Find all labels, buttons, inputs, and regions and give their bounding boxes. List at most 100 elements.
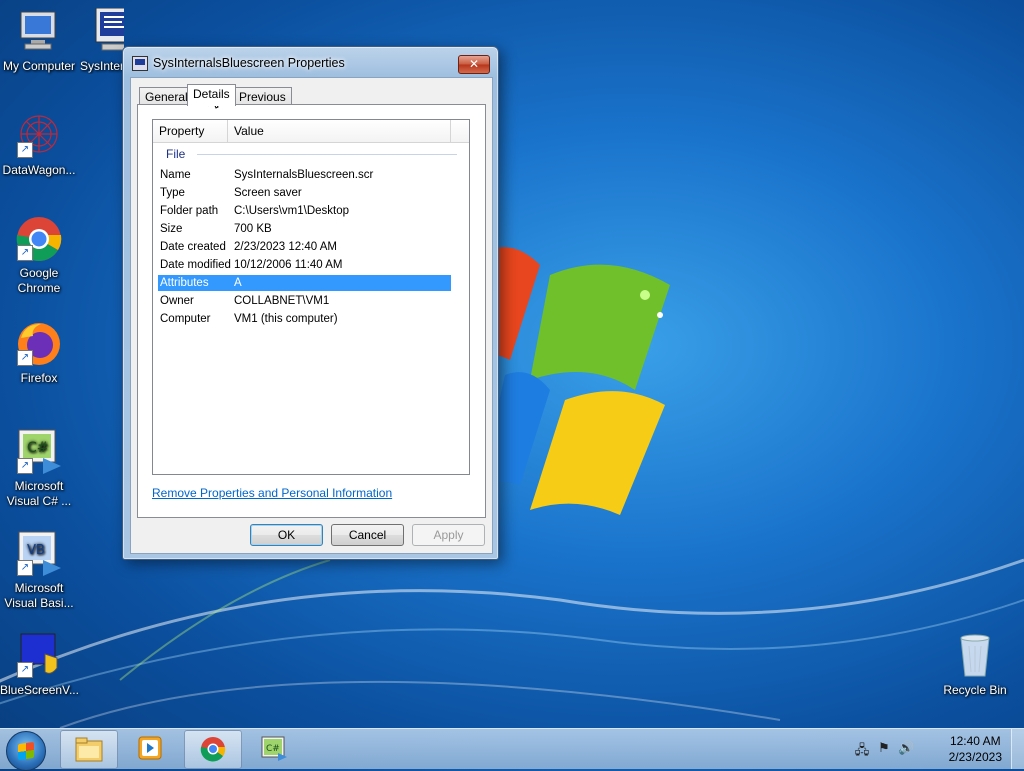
desktop-icon-datawagon[interactable]: ↗ DataWagon... <box>0 112 78 178</box>
tab-details[interactable]: Details <box>187 84 236 106</box>
cancel-button[interactable]: Cancel <box>331 524 404 546</box>
computer-icon <box>15 8 63 56</box>
property-value: C:\Users\vm1\Desktop <box>234 205 350 217</box>
bluescreenview-icon: ↗ <box>15 632 63 680</box>
visual-csharp-icon: C# <box>261 736 287 761</box>
svg-text:VB: VB <box>27 543 45 558</box>
list-item-selected[interactable]: Attributes A <box>158 275 451 291</box>
clock-date: 2/23/2023 <box>948 750 1002 764</box>
property-name: Size <box>160 223 183 235</box>
property-name: Type <box>160 187 185 199</box>
taskbar: C# 🖧 ⚑ 🔊 12:40 AM 2/23/2023 <box>0 728 1024 771</box>
visual-basic-icon: VB ↗ <box>15 530 63 578</box>
desktop-icon-recycle-bin[interactable]: Recycle Bin <box>936 632 1014 698</box>
start-button[interactable] <box>6 731 46 771</box>
property-name: Owner <box>160 295 194 307</box>
list-item[interactable]: Date modified 10/12/2006 11:40 AM <box>158 257 451 273</box>
volume-icon[interactable]: 🔊 <box>898 741 914 757</box>
group-divider <box>197 154 457 155</box>
apply-button[interactable]: Apply <box>412 524 485 546</box>
column-header-property[interactable]: Property <box>153 120 228 142</box>
clock-time: 12:40 AM <box>949 734 1001 748</box>
shortcut-arrow-icon: ↗ <box>17 350 33 366</box>
shortcut-arrow-icon: ↗ <box>17 458 33 474</box>
list-item[interactable]: Folder path C:\Users\vm1\Desktop <box>158 203 451 219</box>
remove-properties-link[interactable]: Remove Properties and Personal Informati… <box>152 486 392 500</box>
desktop-icon-label: Microsoft Visual Basi... <box>4 581 74 610</box>
property-name: Folder path <box>160 205 219 217</box>
desktop-icon-label: SysInter <box>80 59 124 73</box>
taskbar-media-player-button[interactable] <box>122 730 178 767</box>
explorer-icon <box>75 737 103 762</box>
chrome-icon <box>200 737 226 762</box>
clock[interactable]: 12:40 AM 2/23/2023 <box>949 733 1002 765</box>
shortcut-arrow-icon: ↗ <box>17 142 33 158</box>
screensaver-file-icon <box>132 56 148 71</box>
shortcut-arrow-icon: ↗ <box>17 245 33 261</box>
list-item[interactable]: Computer VM1 (this computer) <box>158 311 451 327</box>
visual-csharp-icon: C# ↗ <box>15 428 63 476</box>
system-tray: 🖧 ⚑ 🔊 12:40 AM 2/23/2023 <box>854 729 1024 769</box>
property-value: 700 KB <box>234 223 272 235</box>
chrome-icon: ↗ <box>15 215 63 263</box>
windows-logo-wallpaper <box>470 247 670 515</box>
desktop-icon-bluescreenview[interactable]: ↗ BlueScreenV... <box>0 632 79 698</box>
property-value: VM1 (this computer) <box>234 313 338 325</box>
taskbar-visual-csharp-button[interactable]: C# <box>246 730 302 767</box>
action-center-flag-icon[interactable]: ⚑ <box>876 741 892 757</box>
desktop-icon-label: Firefox <box>20 371 58 385</box>
shortcut-arrow-icon: ↗ <box>17 662 33 678</box>
desktop-icon-label: My Computer <box>2 59 76 73</box>
svg-text:C#: C# <box>27 440 49 456</box>
property-value: Screen saver <box>234 187 302 199</box>
desktop-icon-my-computer[interactable]: My Computer <box>0 8 78 74</box>
recycle-bin-icon <box>951 632 999 680</box>
group-header-file: File <box>166 147 186 161</box>
property-value: 2/23/2023 12:40 AM <box>234 241 337 253</box>
details-panel: Property Value File Name SysInternalsBlue… <box>137 104 486 518</box>
list-item[interactable]: Owner COLLABNET\VM1 <box>158 293 451 309</box>
shortcut-arrow-icon: ↗ <box>17 560 33 576</box>
desktop-icon-label: DataWagon... <box>2 163 76 177</box>
show-desktop-button[interactable] <box>1011 729 1024 769</box>
dialog-title: SysInternalsBluescreen Properties <box>153 56 345 70</box>
desktop-icon-visual-csharp[interactable]: C# ↗ Microsoft Visual C# ... <box>0 428 78 509</box>
list-item[interactable]: Name SysInternalsBluescreen.scr <box>158 167 451 183</box>
property-name: Date created <box>160 241 226 253</box>
property-name: Computer <box>160 313 211 325</box>
desktop-icon-label: Microsoft Visual C# ... <box>6 479 72 508</box>
property-name: Name <box>160 169 191 181</box>
desktop-icon-label: BlueScreenV... <box>0 683 79 697</box>
desktop-icon-firefox[interactable]: ↗ Firefox <box>0 320 78 386</box>
property-name: Date modified <box>160 259 231 271</box>
firefox-icon: ↗ <box>15 320 63 368</box>
desktop-icon-sysinternals[interactable]: SysInter <box>80 8 124 74</box>
desktop-icon-google-chrome[interactable]: ↗ Google Chrome <box>0 215 78 296</box>
datawagon-icon: ↗ <box>15 112 63 160</box>
property-value: 10/12/2006 11:40 AM <box>234 259 343 271</box>
property-value: SysInternalsBluescreen.scr <box>234 169 374 181</box>
ok-button[interactable]: OK <box>250 524 323 546</box>
property-value: COLLABNET\VM1 <box>234 295 330 307</box>
desktop-icon-visual-basic[interactable]: VB ↗ Microsoft Visual Basi... <box>0 530 78 611</box>
property-value: A <box>234 277 242 289</box>
list-header: Property Value <box>153 120 469 143</box>
list-item[interactable]: Type Screen saver <box>158 185 451 201</box>
properties-list[interactable]: Property Value File Name SysInternalsBlue… <box>152 119 470 475</box>
desktop-icon-label: Recycle Bin <box>943 683 1007 697</box>
list-item[interactable]: Size 700 KB <box>158 221 451 237</box>
svg-text:C#: C# <box>266 744 280 754</box>
list-item[interactable]: Date created 2/23/2023 12:40 AM <box>158 239 451 255</box>
sysinternals-file-icon <box>94 8 124 56</box>
desktop-icon-label: Google Chrome <box>17 266 61 295</box>
column-header-value[interactable]: Value <box>228 120 451 142</box>
properties-dialog: SysInternalsBluescreen Properties ✕ Gene… <box>122 46 499 560</box>
dialog-titlebar[interactable]: SysInternalsBluescreen Properties ✕ <box>123 47 498 77</box>
dialog-client-area: General Details Previous Versions Proper… <box>130 77 493 554</box>
taskbar-chrome-button[interactable] <box>184 730 242 769</box>
taskbar-explorer-button[interactable] <box>60 730 118 769</box>
property-name: Attributes <box>160 277 209 289</box>
media-player-icon <box>138 736 162 760</box>
network-icon[interactable]: 🖧 <box>854 741 870 758</box>
close-button[interactable]: ✕ <box>458 55 490 74</box>
